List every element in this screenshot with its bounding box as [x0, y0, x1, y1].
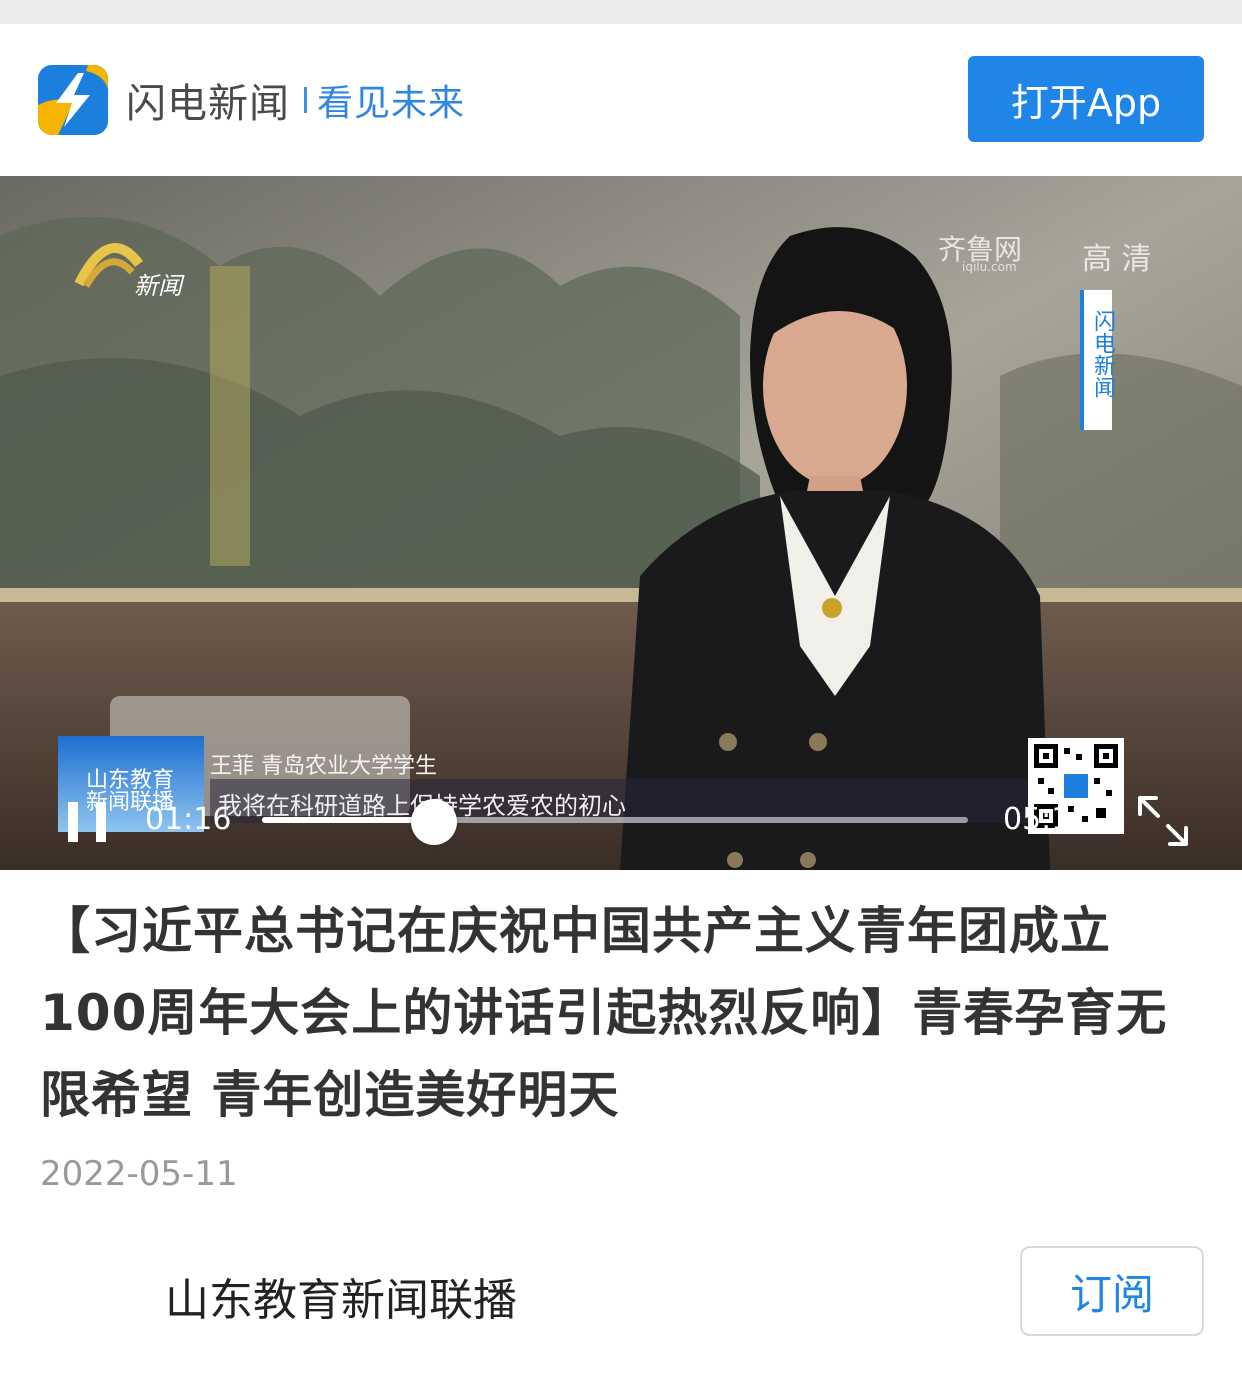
progress-track[interactable]	[262, 817, 968, 823]
channel-name[interactable]: 山东教育新闻联播	[165, 1264, 517, 1328]
channel-logo-text: 新闻	[134, 272, 182, 300]
brand-divider	[304, 87, 307, 113]
article: 【习近平总书记在庆祝中国共产主义青年团成立100周年大会上的讲话引起热烈反响】青…	[40, 890, 1210, 1194]
fullscreen-button[interactable]	[1136, 794, 1190, 848]
article-title: 【习近平总书记在庆祝中国共产主义青年团成立100周年大会上的讲话引起热烈反响】青…	[40, 902, 1168, 1124]
brand-name: 闪电新闻	[126, 81, 290, 127]
status-strip	[0, 0, 1242, 24]
vertical-brand-text: 闪电新闻	[1090, 310, 1115, 398]
open-app-button[interactable]: 打开App	[968, 56, 1204, 142]
pause-button[interactable]	[66, 802, 110, 846]
pause-bar-left-icon	[68, 802, 78, 842]
progress-knob[interactable]	[411, 799, 458, 845]
player-controls: 01:16 05:11	[0, 776, 1242, 870]
pause-bar-right-icon	[96, 802, 106, 842]
channel-row: 山东教育新闻联播 订阅	[0, 1240, 1242, 1340]
current-time: 01:16	[145, 802, 232, 837]
brand-slogan: 看见未来	[317, 83, 466, 124]
iqilu-url: iqilu.com	[962, 260, 1017, 274]
video-player[interactable]: 新闻 齐鲁网 iqilu.com 高 清 闪电新闻 山东教育新闻联播 王菲 青岛…	[0, 176, 1242, 870]
hd-label: 高 清	[1082, 242, 1152, 277]
brand: 闪电新闻 看见未来	[38, 65, 465, 135]
vertical-brand-tag: 闪电新闻	[1080, 290, 1115, 430]
article-date: 2022-05-11	[40, 1154, 238, 1194]
progress-fill	[262, 817, 435, 823]
fullscreen-icon	[1138, 796, 1188, 846]
app-header: 闪电新闻 看见未来 打开App	[0, 24, 1242, 176]
lightning-logo-icon	[38, 65, 108, 135]
total-time: 05:11	[1003, 802, 1090, 837]
subscribe-button[interactable]: 订阅	[1020, 1246, 1204, 1336]
